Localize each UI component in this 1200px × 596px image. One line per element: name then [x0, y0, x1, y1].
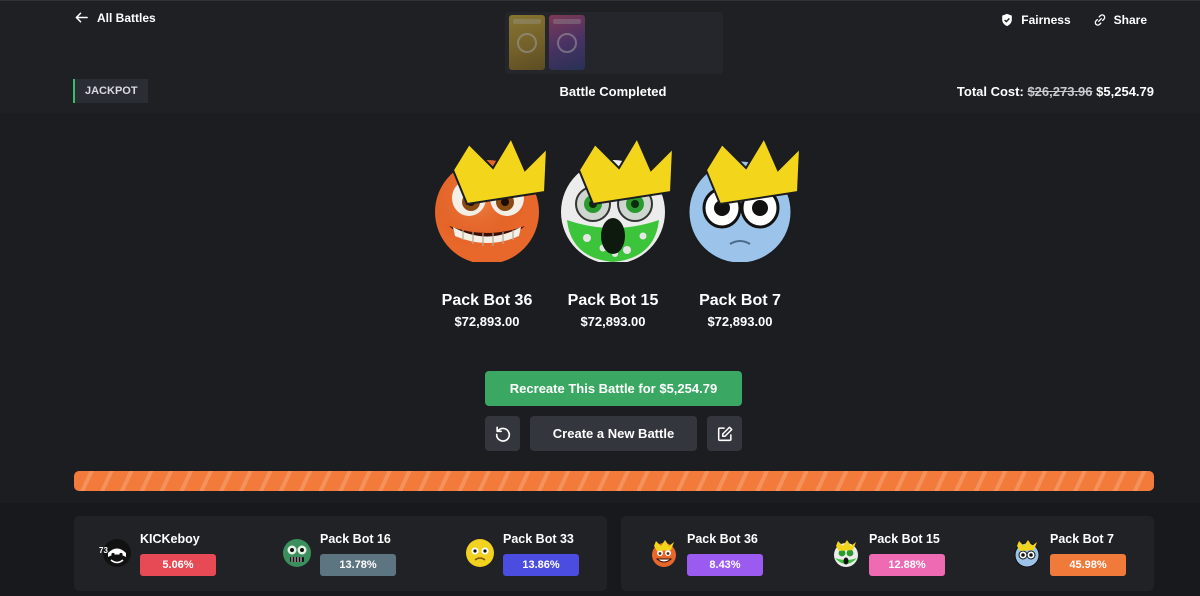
orange-grin-bot-icon [431, 135, 549, 264]
crowned-orange-bot-icon[interactable] [649, 538, 679, 568]
winner-card: Pack Bot 7 $72,893.00 [670, 135, 810, 329]
battle-progress-bar [74, 471, 1154, 491]
crowned-green-bot-icon[interactable] [831, 538, 861, 568]
case-image[interactable] [549, 15, 585, 70]
winner-card: Pack Bot 36 $72,893.00 [417, 135, 557, 329]
total-cost-original: $26,273.96 [1027, 84, 1093, 99]
player-name: KICKeboy [140, 532, 200, 546]
team-panel: Pack Bot 36 8.43% Pack Bot 15 12.88% Pac… [621, 516, 1154, 591]
recreate-battle-button[interactable]: Recreate This Battle for $5,254.79 [485, 371, 742, 406]
case-image[interactable] [509, 15, 545, 70]
all-battles-link[interactable]: All Battles [74, 10, 156, 25]
winner-name: Pack Bot 7 [699, 292, 781, 309]
player-name: Pack Bot 16 [320, 532, 391, 546]
arrow-left-icon [75, 12, 88, 23]
crown-icon [451, 135, 549, 206]
replay-icon [495, 425, 510, 442]
win-chance-badge: 5.06% [140, 554, 216, 576]
crown-icon [577, 135, 675, 206]
back-label: All Battles [97, 10, 156, 25]
winners-section: Pack Bot 36 $72,893.00 Pack Bot 15 $72,8… [0, 135, 1200, 350]
player-name: Pack Bot 36 [687, 532, 758, 546]
total-cost-final: $5,254.79 [1096, 84, 1154, 99]
fairness-label: Fairness [1021, 13, 1071, 27]
win-chance-badge: 13.86% [503, 554, 579, 576]
battle-progress-fill [74, 471, 1154, 491]
winner-card: Pack Bot 15 $72,893.00 [543, 135, 683, 329]
blue-eyed-bot-icon [684, 135, 802, 266]
battle-mode-badge: JACKPOT [73, 79, 148, 103]
total-cost: Total Cost: $26,273.96 $5,254.79 [957, 84, 1154, 99]
player-name: Pack Bot 15 [869, 532, 940, 546]
share-button[interactable]: Share [1093, 13, 1147, 27]
create-new-battle-button[interactable]: Create a New Battle [530, 416, 697, 451]
win-chance-badge: 8.43% [687, 554, 763, 576]
fairness-button[interactable]: Fairness [1000, 13, 1071, 27]
green-zombie-bot-icon[interactable] [282, 538, 312, 568]
crowned-blue-bot-icon[interactable] [1012, 538, 1042, 568]
winner-amount: $72,893.00 [580, 314, 646, 329]
battle-header: All Battles Fairness Share JACKPOT Battl… [0, 0, 1200, 113]
player-name: Pack Bot 7 [1050, 532, 1114, 546]
total-cost-label: Total Cost: [956, 84, 1024, 99]
edit-battle-button[interactable] [707, 416, 742, 451]
shield-check-icon [1002, 13, 1013, 27]
winner-amount: $72,893.00 [454, 314, 520, 329]
player-name: Pack Bot 33 [503, 532, 574, 546]
link-icon [1094, 14, 1105, 26]
case-strip [505, 12, 723, 74]
win-chance-badge: 13.78% [320, 554, 396, 576]
green-spotted-bot-icon [557, 135, 675, 264]
yellow-frown-bot-icon[interactable] [465, 538, 495, 568]
replay-button[interactable] [485, 416, 520, 451]
crown-icon [704, 135, 802, 206]
edit-icon [717, 425, 733, 441]
header-actions: Fairness Share [1000, 13, 1147, 27]
win-chance-badge: 45.98% [1050, 554, 1126, 576]
team-panel: 73 KICKeboy 5.06% Pack Bot 16 13.78% Pac… [74, 516, 607, 591]
win-chance-badge: 12.88% [869, 554, 945, 576]
share-label: Share [1113, 13, 1147, 27]
winner-name: Pack Bot 36 [441, 292, 533, 309]
winner-amount: $72,893.00 [707, 314, 773, 329]
battle-status: Battle Completed [559, 84, 667, 99]
player-level: 73 [99, 546, 108, 555]
winner-name: Pack Bot 15 [567, 292, 659, 309]
